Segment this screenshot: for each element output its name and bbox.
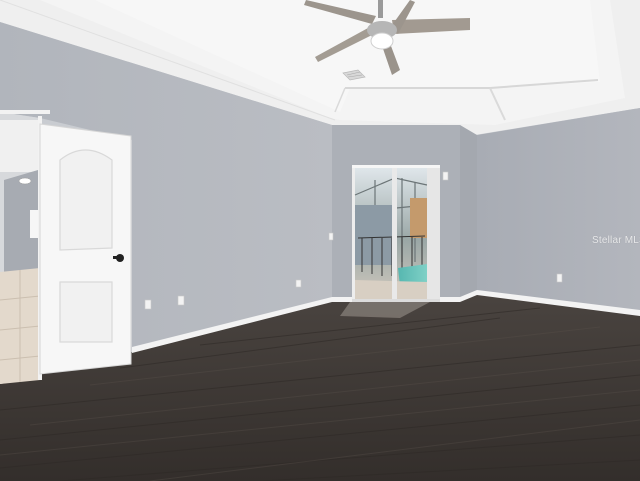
outlet-icon xyxy=(177,295,185,306)
room-photo xyxy=(0,0,640,481)
watermark: Stellar MLS xyxy=(592,235,640,246)
sliding-glass-door[interactable] xyxy=(352,165,440,302)
back-right-return-wall xyxy=(460,125,477,300)
light-switch-icon[interactable] xyxy=(328,232,334,241)
outlet-icon xyxy=(556,273,563,283)
interior-door[interactable] xyxy=(39,123,132,375)
hallway-light-icon xyxy=(18,177,32,185)
light-switch-icon[interactable] xyxy=(442,171,449,181)
outlet-icon xyxy=(144,299,152,310)
outlet-icon xyxy=(295,279,302,288)
